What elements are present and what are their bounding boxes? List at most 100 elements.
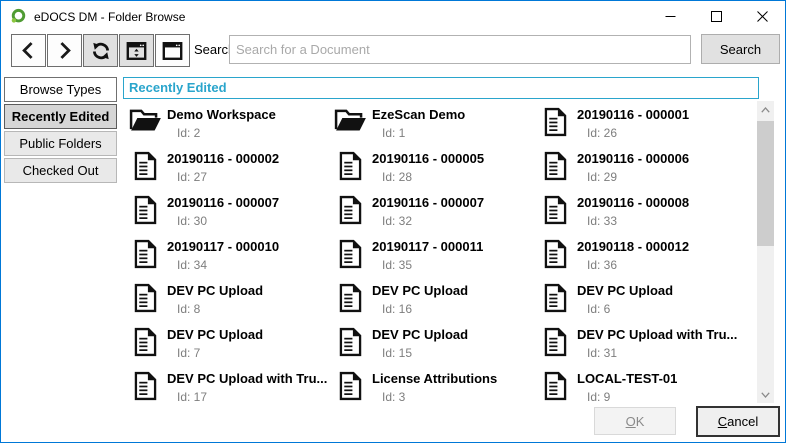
refresh-button[interactable] bbox=[83, 34, 118, 67]
list-item[interactable]: 20190117 - 000010 Id: 34 bbox=[127, 237, 332, 281]
item-text: 20190116 - 000006 Id: 29 bbox=[577, 149, 689, 184]
sidebar-tab-label: Browse Types bbox=[20, 82, 101, 97]
document-icon bbox=[544, 195, 567, 225]
document-icon bbox=[134, 327, 157, 357]
item-icon-wrap bbox=[332, 327, 368, 357]
scroll-down-button[interactable] bbox=[757, 386, 774, 403]
sidebar-tab-label: Recently Edited bbox=[12, 109, 110, 124]
document-icon bbox=[544, 239, 567, 269]
item-title: 20190116 - 000007 bbox=[167, 195, 279, 210]
item-id: Id: 33 bbox=[587, 214, 689, 228]
sidebar-tab[interactable]: Public Folders bbox=[4, 131, 117, 156]
list-item[interactable]: DEV PC Upload with Tru... Id: 17 bbox=[127, 369, 332, 409]
item-title: 20190116 - 000001 bbox=[577, 107, 689, 122]
item-id: Id: 29 bbox=[587, 170, 689, 184]
item-icon-wrap bbox=[332, 239, 368, 269]
list-item[interactable]: DEV PC Upload Id: 16 bbox=[332, 281, 537, 325]
item-text: DEV PC Upload Id: 6 bbox=[577, 281, 673, 316]
item-title: DEV PC Upload with Tru... bbox=[167, 371, 327, 386]
search-button[interactable]: Search bbox=[701, 34, 780, 64]
sidebar-tab-label: Checked Out bbox=[23, 163, 99, 178]
item-id: Id: 34 bbox=[177, 258, 279, 272]
list-item[interactable]: 20190116 - 000005 Id: 28 bbox=[332, 149, 537, 193]
list-item[interactable]: 20190116 - 000006 Id: 29 bbox=[537, 149, 742, 193]
item-id: Id: 31 bbox=[587, 346, 737, 360]
minimize-button[interactable] bbox=[647, 1, 693, 31]
list-item[interactable]: DEV PC Upload Id: 6 bbox=[537, 281, 742, 325]
list-item[interactable]: DEV PC Upload Id: 15 bbox=[332, 325, 537, 369]
item-id: Id: 35 bbox=[382, 258, 483, 272]
list-item[interactable]: 20190118 - 000012 Id: 36 bbox=[537, 237, 742, 281]
item-title: DEV PC Upload bbox=[372, 327, 468, 342]
document-icon bbox=[134, 283, 157, 313]
item-title: DEV PC Upload bbox=[167, 327, 263, 342]
sidebar-tab[interactable]: Checked Out bbox=[4, 158, 117, 183]
item-title: EzeScan Demo bbox=[372, 107, 465, 122]
item-icon-wrap bbox=[332, 107, 368, 132]
back-button[interactable] bbox=[11, 34, 46, 67]
document-icon bbox=[339, 239, 362, 269]
maximize-button[interactable] bbox=[693, 1, 739, 31]
list-item[interactable]: 20190116 - 000007 Id: 30 bbox=[127, 193, 332, 237]
list-item[interactable]: LOCAL-TEST-01 Id: 9 bbox=[537, 369, 742, 409]
item-text: License Attributions Id: 3 bbox=[372, 369, 497, 404]
item-text: 20190116 - 000001 Id: 26 bbox=[577, 105, 689, 140]
folder-browse-dialog: eDOCS DM - Folder Browse bbox=[0, 0, 786, 443]
item-title: License Attributions bbox=[372, 371, 497, 386]
cancel-button[interactable]: Cancel bbox=[696, 406, 780, 437]
item-text: 20190116 - 000002 Id: 27 bbox=[167, 149, 279, 184]
list-item[interactable]: License Attributions Id: 3 bbox=[332, 369, 537, 409]
list-item[interactable]: DEV PC Upload Id: 8 bbox=[127, 281, 332, 325]
list-item[interactable]: 20190116 - 000002 Id: 27 bbox=[127, 149, 332, 193]
item-id: Id: 9 bbox=[587, 390, 677, 404]
list-item[interactable]: Demo Workspace Id: 2 bbox=[127, 105, 332, 149]
list-item[interactable]: DEV PC Upload Id: 7 bbox=[127, 325, 332, 369]
cancel-button-label: Cancel bbox=[718, 414, 758, 429]
titlebar[interactable]: eDOCS DM - Folder Browse bbox=[1, 1, 785, 32]
item-id: Id: 26 bbox=[587, 126, 689, 140]
chevron-down-icon bbox=[761, 392, 770, 398]
list-item[interactable]: EzeScan Demo Id: 1 bbox=[332, 105, 537, 149]
item-icon-wrap bbox=[332, 151, 368, 181]
item-icon-wrap bbox=[332, 195, 368, 225]
maximize-icon bbox=[711, 11, 722, 22]
item-icon-wrap bbox=[332, 283, 368, 313]
close-button[interactable] bbox=[739, 1, 785, 31]
item-icon-wrap bbox=[127, 371, 163, 401]
list-item[interactable]: 20190116 - 000008 Id: 33 bbox=[537, 193, 742, 237]
chevron-left-icon bbox=[18, 40, 39, 61]
document-icon bbox=[339, 327, 362, 357]
vertical-scrollbar[interactable] bbox=[757, 101, 774, 403]
item-title: DEV PC Upload bbox=[577, 283, 673, 298]
search-input[interactable] bbox=[229, 35, 691, 64]
list-item[interactable]: 20190116 - 000001 Id: 26 bbox=[537, 105, 742, 149]
split-window-button[interactable] bbox=[119, 34, 154, 67]
item-text: 20190118 - 000012 Id: 36 bbox=[577, 237, 689, 272]
item-text: LOCAL-TEST-01 Id: 9 bbox=[577, 369, 677, 404]
folder-icon bbox=[129, 107, 162, 132]
item-id: Id: 36 bbox=[587, 258, 689, 272]
sidebar-tab[interactable]: Recently Edited bbox=[4, 104, 117, 129]
document-icon bbox=[134, 151, 157, 181]
forward-button[interactable] bbox=[47, 34, 82, 67]
item-icon-wrap bbox=[537, 327, 573, 357]
ok-button[interactable]: OK bbox=[594, 407, 676, 435]
close-icon bbox=[757, 11, 768, 22]
document-icon bbox=[544, 107, 567, 137]
window-button[interactable] bbox=[155, 34, 190, 67]
item-title: 20190116 - 000007 bbox=[372, 195, 484, 210]
item-grid: Demo Workspace Id: 2 bbox=[123, 101, 759, 409]
item-title: Demo Workspace bbox=[167, 107, 276, 122]
item-id: Id: 32 bbox=[382, 214, 484, 228]
sidebar-tab[interactable]: Browse Types bbox=[4, 77, 117, 102]
item-icon-wrap bbox=[127, 283, 163, 313]
window-title: eDOCS DM - Folder Browse bbox=[34, 10, 185, 24]
list-item[interactable]: 20190117 - 000011 Id: 35 bbox=[332, 237, 537, 281]
scrollbar-thumb[interactable] bbox=[757, 121, 774, 246]
list-item[interactable]: 20190116 - 000007 Id: 32 bbox=[332, 193, 537, 237]
item-text: 20190116 - 000007 Id: 30 bbox=[167, 193, 279, 228]
scroll-up-button[interactable] bbox=[757, 101, 774, 118]
list-item[interactable]: DEV PC Upload with Tru... Id: 31 bbox=[537, 325, 742, 369]
item-title: DEV PC Upload bbox=[167, 283, 263, 298]
sidebar: Browse Types Recently Edited Public Fold… bbox=[4, 77, 117, 183]
